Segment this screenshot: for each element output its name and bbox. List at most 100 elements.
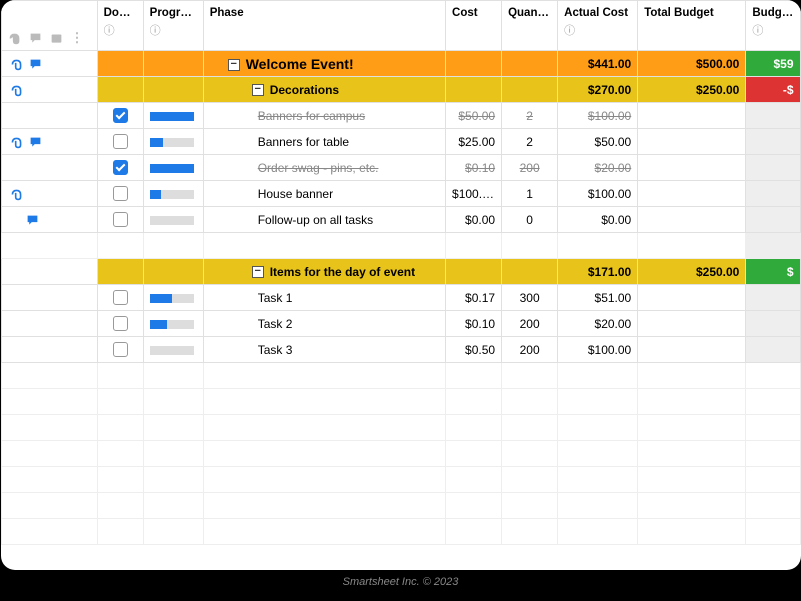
phase-label: House banner [258, 187, 333, 201]
attachment-icon[interactable] [10, 136, 23, 149]
done-checkbox[interactable] [113, 342, 128, 357]
header-phase[interactable]: Phase [203, 1, 445, 51]
progress-bar[interactable] [150, 320, 194, 329]
quantity: 200 [502, 337, 558, 363]
phase-label: Banners for table [258, 135, 349, 149]
actual-cost: $0.00 [558, 207, 638, 233]
header-total-budget[interactable]: Total Budget [638, 1, 746, 51]
proof-icon [50, 32, 63, 45]
phase-label: Decorations [270, 83, 339, 97]
row-banners-campus[interactable]: Banners for campus $50.00 2 $100.00 [1, 103, 800, 129]
progress-bar[interactable] [150, 164, 194, 173]
comment-icon [29, 32, 42, 45]
quantity: 300 [502, 285, 558, 311]
progress-bar[interactable] [150, 138, 194, 147]
phase-label: Banners for campus [258, 109, 365, 123]
cost: $100.00 [446, 181, 502, 207]
comment-icon[interactable] [26, 214, 39, 227]
row-order-swag[interactable]: Order swag - pins, etc. $0.10 200 $20.00 [1, 155, 800, 181]
attachment-icon[interactable] [10, 188, 23, 201]
collapse-toggle[interactable]: − [252, 84, 264, 96]
row-task-1[interactable]: Task 1 $0.17 300 $51.00 [1, 285, 800, 311]
more-icon: ⋮ [71, 30, 84, 46]
progress-bar[interactable] [150, 294, 194, 303]
row-task-3[interactable]: Task 3 $0.50 200 $100.00 [1, 337, 800, 363]
header-cost[interactable]: Cost [446, 1, 502, 51]
cost: $0.10 [446, 155, 502, 181]
quantity: 1 [502, 181, 558, 207]
phase-label: Welcome Event! [246, 56, 354, 72]
cost: $0.17 [446, 285, 502, 311]
header-actual-cost[interactable]: Actual Costⓘ [558, 1, 638, 51]
cost: $25.00 [446, 129, 502, 155]
row-items-day[interactable]: −Items for the day of event $171.00 $250… [1, 259, 800, 285]
empty-row[interactable] [1, 519, 800, 545]
budget-diff: -$ [746, 77, 800, 103]
header-done[interactable]: Don…ⓘ [97, 1, 143, 51]
phase-label: Task 3 [258, 343, 293, 357]
actual-cost: $171.00 [558, 259, 638, 285]
done-checkbox[interactable] [113, 316, 128, 331]
phase-label: Order swag - pins, etc. [258, 161, 379, 175]
attachment-icon[interactable] [10, 84, 23, 97]
empty-row[interactable] [1, 363, 800, 389]
phase-label: Task 2 [258, 317, 293, 331]
quantity: 0 [502, 207, 558, 233]
phase-label: Task 1 [258, 291, 293, 305]
row-decorations[interactable]: −Decorations $270.00 $250.00 -$ [1, 77, 800, 103]
actual-cost: $100.00 [558, 103, 638, 129]
empty-row[interactable] [1, 493, 800, 519]
row-welcome-event[interactable]: −Welcome Event! $441.00 $500.00 $59 [1, 51, 800, 77]
done-checkbox[interactable] [113, 290, 128, 305]
cost: $0.50 [446, 337, 502, 363]
actual-cost: $441.00 [558, 51, 638, 77]
header-progress[interactable]: Progre…ⓘ [143, 1, 203, 51]
sheet-container: ⋮ Don…ⓘ Progre…ⓘ Phase Cost Quant… Actua… [1, 0, 801, 570]
total-budget: $500.00 [638, 51, 746, 77]
comment-icon[interactable] [29, 136, 42, 149]
empty-row[interactable] [1, 389, 800, 415]
header-budget-diff[interactable]: Budget Differⓘ [746, 1, 800, 51]
actual-cost: $50.00 [558, 129, 638, 155]
progress-bar[interactable] [150, 112, 194, 121]
attachment-icon[interactable] [10, 58, 23, 71]
done-checkbox[interactable] [113, 212, 128, 227]
total-budget: $250.00 [638, 259, 746, 285]
progress-bar[interactable] [150, 346, 194, 355]
done-checkbox[interactable] [113, 134, 128, 149]
cost: $50.00 [446, 103, 502, 129]
quantity: 2 [502, 129, 558, 155]
collapse-toggle[interactable]: − [228, 59, 240, 71]
empty-row[interactable] [1, 415, 800, 441]
actual-cost: $20.00 [558, 155, 638, 181]
phase-label: Follow-up on all tasks [258, 213, 373, 227]
done-checkbox[interactable] [113, 108, 128, 123]
comment-icon[interactable] [29, 58, 42, 71]
done-checkbox[interactable] [113, 160, 128, 175]
collapse-toggle[interactable]: − [252, 266, 264, 278]
header-quantity[interactable]: Quant… [502, 1, 558, 51]
cost: $0.10 [446, 311, 502, 337]
done-checkbox[interactable] [113, 186, 128, 201]
empty-row[interactable] [1, 233, 800, 259]
header-indicators: ⋮ [1, 1, 97, 51]
quantity: 2 [502, 103, 558, 129]
row-house-banner[interactable]: House banner $100.00 1 $100.00 [1, 181, 800, 207]
cost: $0.00 [446, 207, 502, 233]
progress-bar[interactable] [150, 190, 194, 199]
phase-label: Items for the day of event [270, 265, 415, 279]
header-row: ⋮ Don…ⓘ Progre…ⓘ Phase Cost Quant… Actua… [1, 1, 800, 51]
row-follow-up[interactable]: Follow-up on all tasks $0.00 0 $0.00 [1, 207, 800, 233]
actual-cost: $270.00 [558, 77, 638, 103]
budget-diff: $59 [746, 51, 800, 77]
empty-row[interactable] [1, 467, 800, 493]
quantity: 200 [502, 311, 558, 337]
row-banners-table[interactable]: Banners for table $25.00 2 $50.00 [1, 129, 800, 155]
quantity: 200 [502, 155, 558, 181]
data-grid[interactable]: ⋮ Don…ⓘ Progre…ⓘ Phase Cost Quant… Actua… [1, 0, 801, 545]
progress-bar[interactable] [150, 216, 194, 225]
actual-cost: $100.00 [558, 181, 638, 207]
empty-row[interactable] [1, 441, 800, 467]
actual-cost: $100.00 [558, 337, 638, 363]
row-task-2[interactable]: Task 2 $0.10 200 $20.00 [1, 311, 800, 337]
